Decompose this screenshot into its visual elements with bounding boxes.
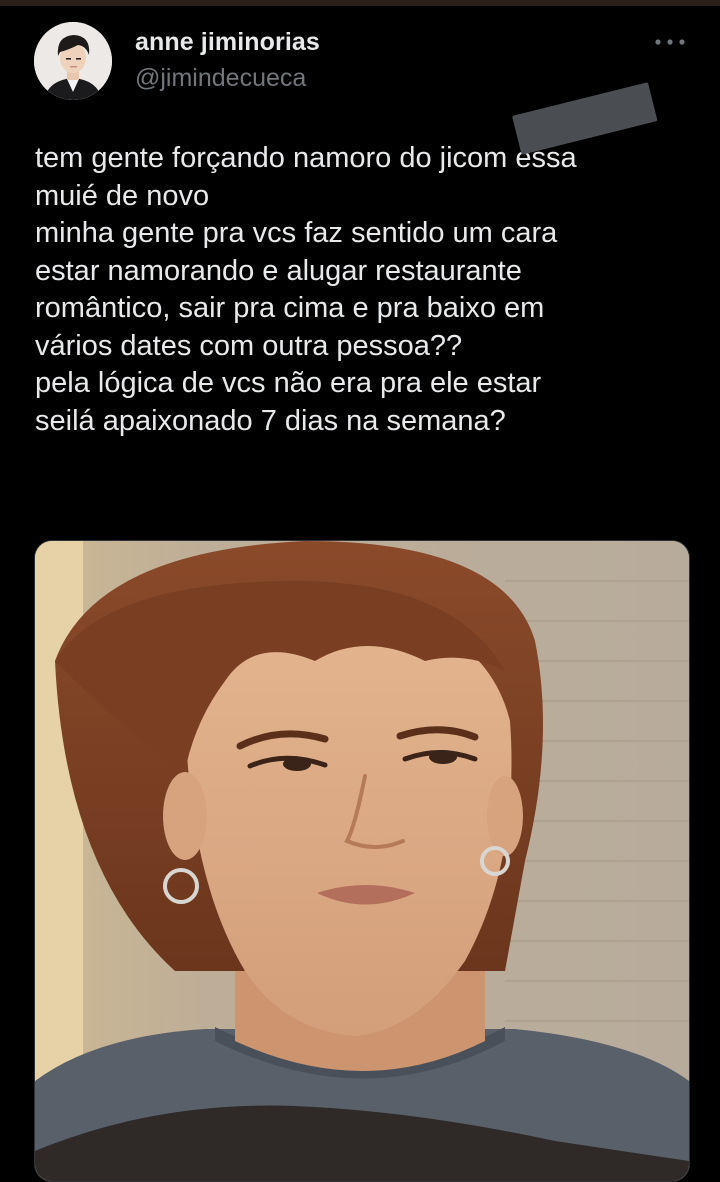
tweet-text-line: pela lógica de vcs não era pra ele estar [35, 367, 542, 399]
tweet-text-line: estar namorando e alugar restaurante [35, 254, 522, 287]
more-horizontal-icon [655, 39, 685, 45]
tweet-text-line: muié de novo [35, 179, 210, 212]
tweet-text-line: tem gente forçando namoro do jicom essa [35, 142, 577, 174]
tweet-text-line: seilá apaixonado 7 dias na semana? [35, 404, 506, 437]
tweet-text-line: romântico, sair pra cima e pra baixo em [35, 292, 545, 324]
tweet-media-photo[interactable] [34, 540, 690, 1182]
avatar-portrait-icon [34, 22, 112, 100]
tweet-text-line: vários dates com outra pessoa?? [35, 329, 463, 362]
more-options-button[interactable] [650, 30, 690, 54]
tweet-text-line: minha gente pra vcs faz sentido um cara [35, 217, 558, 249]
author-display-name[interactable]: anne jiminorias [135, 28, 320, 57]
profile-avatar[interactable] [34, 22, 112, 100]
author-handle[interactable]: @jimindecueca [135, 64, 306, 93]
portrait-photo [35, 541, 689, 1181]
tweet-body-text: tem gente forçando namoro do jicom essa … [35, 140, 695, 440]
